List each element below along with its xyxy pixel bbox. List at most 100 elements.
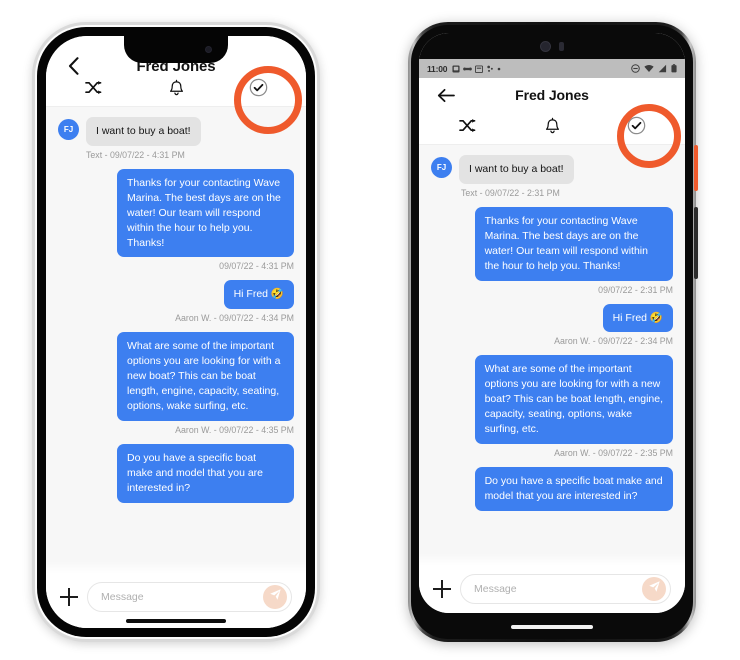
message-bubble[interactable]: What are some of the important options y… — [117, 332, 294, 421]
message-input-wrapper[interactable] — [460, 574, 671, 604]
android-tab-row — [419, 112, 685, 145]
message-bubble[interactable]: Hi Fred 🤣 — [223, 280, 294, 310]
wifi-icon — [644, 64, 654, 73]
message-group: What are some of the important options y… — [58, 332, 294, 435]
message-bubble[interactable]: Hi Fred 🤣 — [602, 303, 673, 333]
message-bubble[interactable]: I want to buy a boat! — [86, 117, 201, 146]
message-bubble[interactable]: Do you have a specific boat make and mod… — [117, 443, 294, 503]
message-timestamp: Aaron W. - 09/07/22 - 4:34 PM — [175, 313, 294, 324]
send-paper-plane-icon — [648, 580, 661, 598]
tab-shuffle[interactable] — [52, 74, 135, 106]
check-circle-icon — [627, 116, 646, 140]
message-row: Thanks for your contacting Wave Marina. … — [58, 168, 294, 258]
message-row: Hi Fred 🤣 — [431, 303, 673, 333]
avatar: FJ — [431, 157, 452, 178]
check-circle-icon — [249, 78, 268, 102]
do-not-disturb-icon — [631, 64, 640, 73]
message-group: What are some of the important options y… — [431, 355, 673, 458]
tab-resolve[interactable] — [594, 112, 679, 144]
bell-icon — [545, 117, 560, 139]
front-camera-icon — [205, 46, 212, 53]
ios-home-indicator — [126, 619, 226, 623]
back-button[interactable] — [62, 55, 84, 77]
send-button[interactable] — [642, 577, 666, 601]
message-group: Hi Fred 🤣 Aaron W. - 09/07/22 - 4:34 PM — [58, 280, 294, 323]
shuffle-icon — [84, 80, 102, 100]
add-attachment-button[interactable] — [433, 580, 451, 598]
page-title: Fred Jones — [515, 87, 589, 103]
add-attachment-button[interactable] — [60, 588, 78, 606]
status-bar-clock: 11:00 — [427, 63, 448, 74]
android-bezel: 11:00 Fred Jones FJ I want to buy a boat… — [411, 25, 698, 639]
message-bubble[interactable]: What are some of the important options y… — [474, 355, 673, 444]
chat-fade-overlay — [46, 561, 306, 573]
android-app-header: Fred Jones — [419, 78, 685, 168]
calendar-icon — [475, 64, 484, 73]
screenshot-stage: Fred Jones FJ I want to buy a boat! Text… — [0, 0, 740, 660]
message-row: What are some of the important options y… — [431, 355, 673, 444]
message-group: Hi Fred 🤣 Aaron W. - 09/07/22 - 2:34 PM — [431, 303, 673, 347]
iphone-screen: Fred Jones FJ I want to buy a boat! Text… — [46, 36, 306, 628]
message-group: Do you have a specific boat make and mod… — [58, 443, 294, 503]
tab-notifications[interactable] — [510, 112, 595, 144]
tab-shuffle[interactable] — [425, 112, 510, 144]
chat-fade-overlay — [419, 553, 685, 565]
android-camera-bar — [419, 33, 685, 59]
tab-notifications[interactable] — [135, 74, 218, 106]
send-button[interactable] — [263, 585, 287, 609]
status-bar-notification-icons — [452, 64, 501, 73]
message-group: Thanks for your contacting Wave Marina. … — [58, 168, 294, 271]
bell-icon — [169, 79, 184, 101]
android-message-list[interactable]: FJ I want to buy a boat! Text - 09/07/22 -… — [419, 145, 685, 565]
android-title-bar: Fred Jones — [419, 78, 685, 112]
android-home-indicator — [511, 625, 593, 629]
message-timestamp: Text - 09/07/22 - 4:31 PM — [86, 149, 185, 160]
ios-message-list[interactable]: FJ I want to buy a boat! Text - 09/07/22 -… — [46, 107, 306, 573]
message-timestamp: Aaron W. - 09/07/22 - 4:35 PM — [175, 424, 294, 435]
iphone-notch — [124, 36, 228, 63]
iphone-outer-rim: Fred Jones FJ I want to buy a boat! Text… — [35, 25, 317, 639]
android-screen: 11:00 Fred Jones FJ I want to buy a boat… — [419, 33, 685, 613]
iphone-device-frame: Fred Jones FJ I want to buy a boat! Text… — [32, 22, 320, 642]
message-row: Do you have a specific boat make and mod… — [58, 443, 294, 503]
proximity-sensor-icon — [559, 41, 564, 51]
message-row: Hi Fred 🤣 — [58, 280, 294, 310]
message-timestamp: Aaron W. - 09/07/22 - 2:34 PM — [554, 336, 673, 347]
ios-composer — [46, 573, 306, 628]
message-timestamp: Text - 09/07/22 - 2:31 PM — [461, 187, 560, 198]
message-bubble[interactable]: I want to buy a boat! — [459, 155, 574, 184]
android-status-bar: 11:00 — [419, 59, 685, 78]
contacts-icon — [463, 65, 473, 73]
back-button[interactable] — [435, 84, 457, 106]
power-button[interactable] — [694, 145, 698, 191]
message-bubble[interactable]: Thanks for your contacting Wave Marina. … — [474, 206, 673, 281]
message-input[interactable] — [474, 583, 642, 595]
sim-card-icon — [452, 64, 460, 73]
shuffle-icon — [458, 118, 476, 138]
message-input[interactable] — [101, 591, 263, 603]
status-bar-system-icons — [631, 64, 677, 73]
battery-icon — [671, 64, 677, 73]
iphone-bezel: Fred Jones FJ I want to buy a boat! Text… — [37, 27, 315, 637]
ios-tab-row — [46, 74, 306, 107]
bluetooth-audio-icon — [486, 65, 494, 73]
avatar: FJ — [58, 119, 79, 140]
message-group: FJ I want to buy a boat! Text - 09/07/22 -… — [431, 155, 673, 198]
cellular-signal-icon — [658, 64, 667, 73]
message-bubble[interactable]: Do you have a specific boat make and mod… — [474, 466, 673, 511]
front-camera-icon — [540, 40, 551, 52]
message-group: Do you have a specific boat make and mod… — [431, 466, 673, 511]
message-group: FJ I want to buy a boat! Text - 09/07/22 -… — [58, 117, 294, 160]
message-bubble[interactable]: Thanks for your contacting Wave Marina. … — [117, 168, 294, 258]
volume-button[interactable] — [694, 207, 698, 279]
message-row: Do you have a specific boat make and mod… — [431, 466, 673, 511]
message-row: Thanks for your contacting Wave Marina. … — [431, 206, 673, 281]
message-input-wrapper[interactable] — [87, 582, 292, 612]
message-row: FJ I want to buy a boat! — [431, 155, 673, 184]
message-row: FJ I want to buy a boat! — [58, 117, 294, 146]
message-timestamp: 09/07/22 - 2:31 PM — [598, 284, 673, 295]
send-paper-plane-icon — [269, 588, 282, 606]
tab-resolve[interactable] — [217, 74, 300, 106]
message-row: What are some of the important options y… — [58, 332, 294, 421]
message-group: Thanks for your contacting Wave Marina. … — [431, 206, 673, 295]
